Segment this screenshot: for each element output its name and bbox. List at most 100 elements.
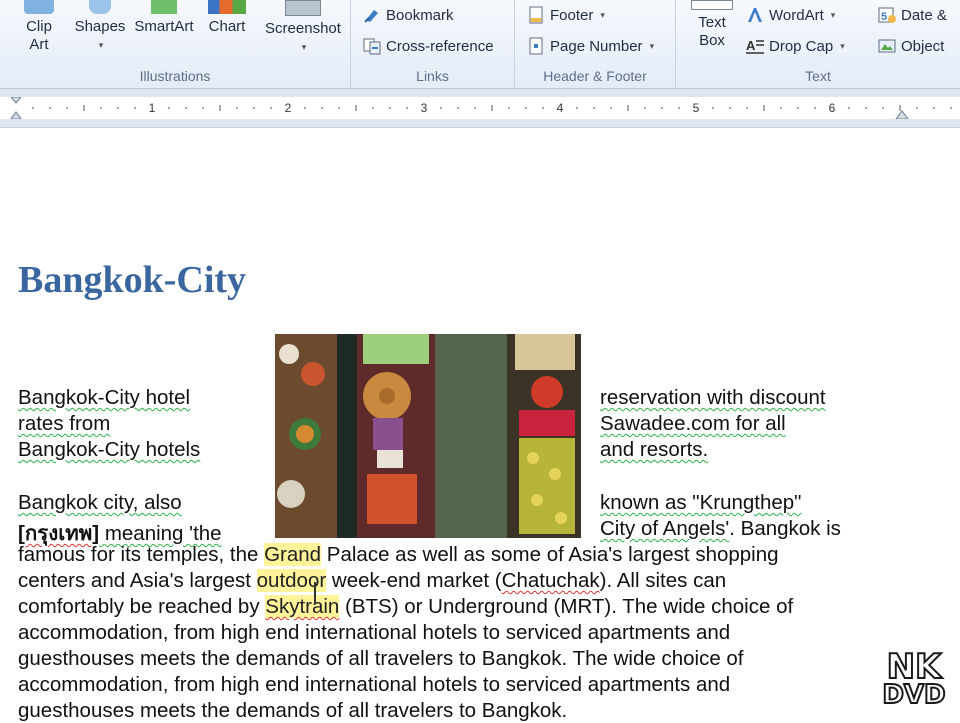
- clip-art-icon: [24, 0, 54, 14]
- text-line: rates from: [18, 412, 111, 435]
- nkdvd-logo: NK DVD: [874, 647, 954, 712]
- date-time-label: Date &: [901, 6, 947, 24]
- chevron-down-icon: ▾: [98, 40, 104, 50]
- drop-cap-label: Drop Cap: [769, 37, 834, 55]
- screenshot-button[interactable]: Screenshot ▾: [260, 0, 346, 56]
- right-indent-marker[interactable]: [895, 110, 909, 119]
- thai-word: [กรุงเทพ]: [18, 522, 100, 545]
- ruler-number: 5: [693, 101, 700, 115]
- date-time-button[interactable]: 5 Date &: [878, 3, 947, 27]
- svg-text:5: 5: [881, 11, 887, 23]
- bookmark-button[interactable]: Bookmark: [363, 3, 454, 27]
- text-run: famous for its temples, the: [18, 543, 265, 566]
- wordart-label: WordArt: [769, 6, 824, 24]
- misspelled-word: Chatuchak: [501, 569, 600, 592]
- text-line: Bangkok-City hotel: [18, 386, 191, 409]
- text-line: Bangkok-City hotels: [18, 438, 201, 461]
- ruler-number: 1: [149, 101, 156, 115]
- text-line: guesthouses meets the demands of all tra…: [18, 699, 568, 722]
- ruler-number: 2: [285, 101, 292, 115]
- text-line: centers and Asia's largest outdoor week-…: [18, 569, 726, 593]
- text-line: reservation with discount: [600, 386, 826, 409]
- wordart-icon: [748, 8, 762, 22]
- chevron-down-icon: ▾: [830, 9, 836, 20]
- footer-button[interactable]: Footer ▾: [527, 3, 605, 27]
- date-time-icon: 5: [878, 7, 896, 23]
- drop-cap-icon: A: [746, 38, 764, 54]
- ruler-number: 4: [557, 101, 564, 115]
- text-run: centers and Asia's largest: [18, 569, 257, 592]
- shapes-button[interactable]: Shapes ▾: [70, 0, 130, 54]
- text-run: . Bangkok is: [729, 517, 841, 540]
- page-number-label: Page Number: [550, 37, 643, 55]
- chevron-down-icon: ▾: [301, 42, 307, 52]
- text-box-label: Text Box: [698, 14, 726, 49]
- text-line: famous for its temples, the Grand Palace…: [18, 543, 779, 567]
- shapes-label: Shapes: [74, 18, 126, 35]
- text-line: Bangkok city, also: [18, 491, 182, 514]
- text-run: week-end market (: [326, 569, 502, 592]
- text-group-label: Text: [805, 68, 831, 84]
- text-run: City of Angels': [600, 517, 730, 540]
- object-label: Object: [901, 37, 945, 55]
- text-run: comfortably be reached by: [18, 595, 266, 618]
- text-line: Sawadee.com for all: [600, 412, 786, 435]
- screenshot-icon: [285, 0, 321, 16]
- object-button[interactable]: Object: [878, 34, 944, 58]
- bookmark-label: Bookmark: [386, 6, 454, 24]
- chart-button[interactable]: Chart: [202, 0, 252, 36]
- text-line: known as "Krungthep": [600, 491, 802, 514]
- footer-label: Footer: [550, 6, 594, 24]
- text-line: comfortably be reached by Skytrain (BTS)…: [18, 595, 793, 619]
- bookmark-icon: [364, 10, 378, 23]
- group-header-footer: Footer ▾ Page Number ▾ Header & Footer: [515, 0, 676, 88]
- floating-market-image: [275, 334, 581, 538]
- chart-label: Chart: [208, 18, 246, 35]
- illustrations-group-label: Illustrations: [139, 68, 211, 84]
- floating-market-photo[interactable]: [275, 334, 581, 538]
- highlighted-text: Skytrain: [265, 595, 340, 618]
- ruler-number: 6: [829, 101, 836, 115]
- cross-reference-label: Cross-reference: [386, 37, 494, 55]
- svg-text:A: A: [746, 38, 756, 53]
- document-heading: Bangkok-City: [18, 259, 247, 301]
- cross-reference-icon: [363, 38, 381, 55]
- text-run: ). All sites can: [599, 569, 727, 592]
- wordart-button[interactable]: WordArt ▾: [746, 3, 835, 27]
- group-illustrations: Clip Art Shapes ▾ SmartArt Chart Screens…: [0, 0, 351, 88]
- logo-line2: DVD: [881, 680, 946, 710]
- smartart-icon: [151, 0, 177, 14]
- text-line: accommodation, from high end internation…: [18, 621, 731, 644]
- highlighted-text: Grand: [264, 543, 322, 566]
- text-line: accommodation, from high end internation…: [18, 673, 731, 696]
- text-run: meaning 'the: [99, 522, 222, 545]
- text-box-icon: [691, 0, 733, 10]
- ribbon: Clip Art Shapes ▾ SmartArt Chart Screens…: [0, 0, 960, 89]
- text-box-button[interactable]: Text Box: [684, 0, 740, 50]
- footer-icon: [529, 6, 543, 24]
- header-footer-group-label: Header & Footer: [543, 68, 647, 84]
- text-run: (BTS) or Underground (MRT). The wide cho…: [339, 595, 794, 618]
- links-group-label: Links: [416, 68, 449, 84]
- document-page[interactable]: Bangkok-City Bangkok-City hotel rates fr…: [0, 128, 960, 722]
- clip-art-button[interactable]: Clip Art: [10, 0, 68, 54]
- text-run: Palace as well as some of Asia's largest…: [321, 543, 779, 566]
- logo-line1: NK: [886, 647, 943, 687]
- chart-icon: [208, 0, 246, 14]
- clip-art-label: Clip Art: [26, 18, 52, 53]
- chevron-down-icon: ▾: [840, 40, 845, 51]
- chevron-down-icon: ▾: [649, 40, 655, 51]
- group-text: Text Box WordArt ▾ A Drop Cap ▾ 5 Date &…: [676, 0, 960, 88]
- text-line: guesthouses meets the demands of all tra…: [18, 647, 744, 670]
- left-indent-marker[interactable]: [10, 97, 22, 119]
- chevron-down-icon: ▾: [600, 9, 605, 20]
- page-number-button[interactable]: Page Number ▾: [527, 34, 654, 58]
- ruler-ticks: [32, 105, 952, 111]
- drop-cap-button[interactable]: A Drop Cap ▾: [746, 34, 845, 58]
- smartart-label: SmartArt: [134, 18, 194, 35]
- smartart-button[interactable]: SmartArt: [132, 0, 196, 36]
- cross-reference-button[interactable]: Cross-reference: [363, 34, 494, 58]
- shapes-icon: [89, 0, 111, 14]
- group-links: Bookmark Cross-reference Links: [351, 0, 515, 88]
- horizontal-ruler[interactable]: 1 2 3 4 5 6: [0, 89, 960, 128]
